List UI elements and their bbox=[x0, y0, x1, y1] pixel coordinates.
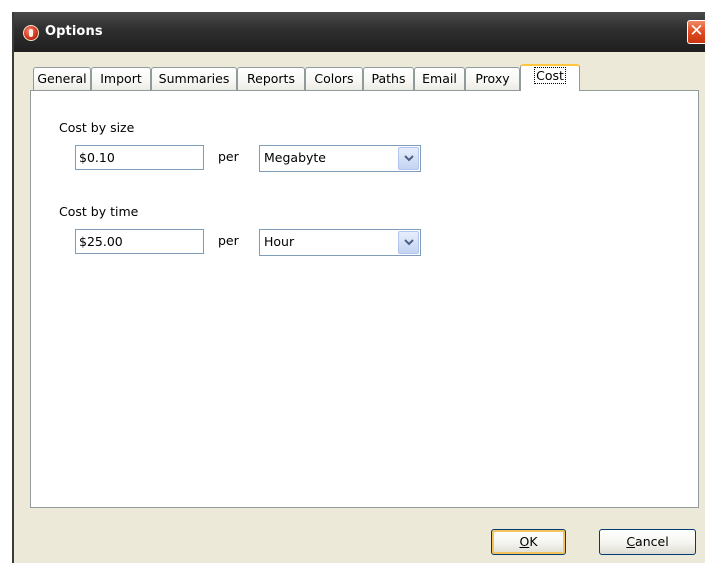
tab-label: Summaries bbox=[158, 71, 230, 86]
time-unit-dropdown[interactable]: Hour bbox=[259, 229, 421, 256]
cost-by-size-input[interactable] bbox=[75, 145, 204, 170]
tab-label: Proxy bbox=[475, 71, 510, 86]
cancel-button[interactable]: Cancel bbox=[599, 529, 696, 555]
window-title: Options bbox=[45, 24, 103, 39]
tab-label: Cost bbox=[534, 67, 566, 84]
tab-summaries[interactable]: Summaries bbox=[151, 67, 237, 90]
tab-label: Reports bbox=[247, 71, 295, 86]
cancel-label-rest: ancel bbox=[635, 534, 669, 549]
time-unit-value: Hour bbox=[264, 234, 295, 249]
close-button[interactable]: ✕ bbox=[687, 20, 705, 44]
tab-colors[interactable]: Colors bbox=[305, 67, 363, 90]
app-icon bbox=[23, 25, 39, 41]
tab-email[interactable]: Email bbox=[414, 67, 465, 90]
per-label: per bbox=[218, 233, 239, 248]
tab-reports[interactable]: Reports bbox=[237, 67, 305, 90]
tab-label: General bbox=[37, 71, 87, 86]
tab-proxy[interactable]: Proxy bbox=[465, 67, 520, 90]
cost-tab-panel: Cost by size per Megabyte Cost by time p… bbox=[30, 90, 699, 508]
dropdown-button[interactable] bbox=[398, 231, 419, 254]
ok-mnemonic: O bbox=[519, 534, 530, 549]
tab-label: Import bbox=[100, 71, 142, 86]
chevron-down-icon bbox=[404, 239, 414, 246]
title-bar[interactable]: Options ✕ bbox=[14, 12, 705, 52]
cost-by-time-input[interactable] bbox=[75, 229, 204, 254]
dropdown-button[interactable] bbox=[398, 147, 419, 170]
options-dialog: Options ✕ General Import Summaries Repor… bbox=[12, 12, 705, 563]
cancel-mnemonic: C bbox=[626, 534, 636, 549]
tab-label: Colors bbox=[314, 71, 354, 86]
per-label: per bbox=[218, 149, 239, 164]
size-unit-value: Megabyte bbox=[264, 150, 326, 165]
ok-button[interactable]: OK bbox=[491, 529, 566, 555]
tab-label: Paths bbox=[371, 71, 406, 86]
ok-label-rest: K bbox=[529, 534, 538, 549]
tab-general[interactable]: General bbox=[33, 67, 91, 90]
tab-import[interactable]: Import bbox=[91, 67, 151, 90]
size-unit-dropdown[interactable]: Megabyte bbox=[259, 145, 421, 172]
chevron-down-icon bbox=[404, 155, 414, 162]
cost-by-time-label: Cost by time bbox=[59, 204, 139, 219]
tab-label: Email bbox=[422, 71, 457, 86]
tab-paths[interactable]: Paths bbox=[363, 67, 414, 90]
tab-cost[interactable]: Cost bbox=[520, 64, 580, 91]
cost-by-size-label: Cost by size bbox=[59, 120, 135, 135]
close-icon: ✕ bbox=[689, 21, 704, 41]
